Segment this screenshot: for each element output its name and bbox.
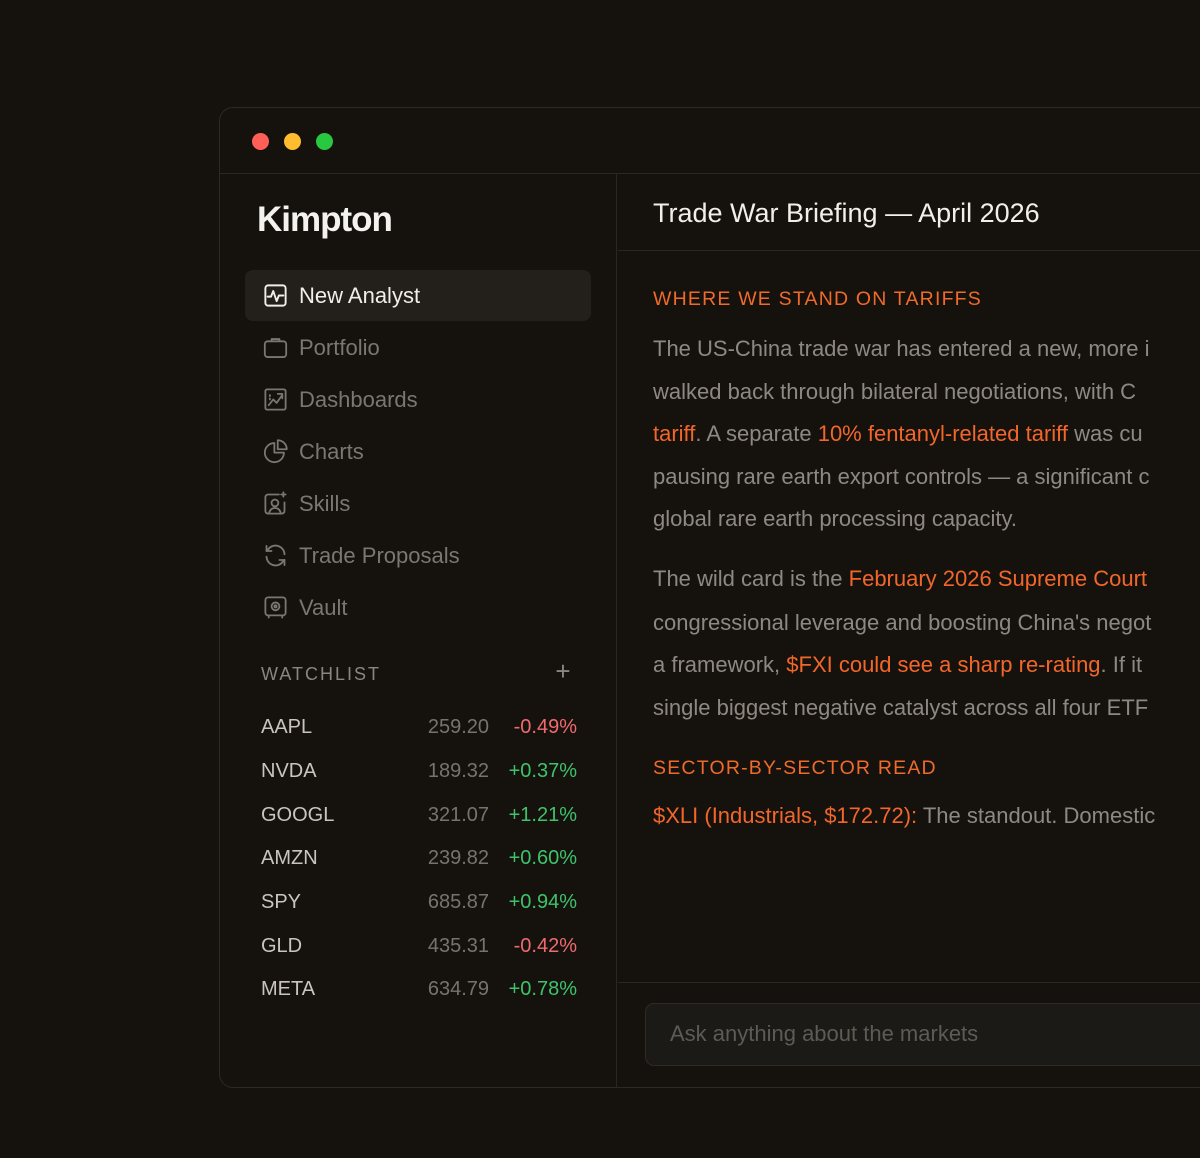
watchlist-change: +0.94% <box>508 891 577 913</box>
highlight-link[interactable]: February 2026 Supreme Court <box>849 566 1147 591</box>
watchlist-price: 259.20 <box>427 716 489 738</box>
chart-line-icon <box>261 282 289 310</box>
watchlist-price: 189.32 <box>427 760 489 782</box>
watchlist-symbol: AMZN <box>261 847 318 869</box>
watchlist-symbol: META <box>261 978 316 1000</box>
nav-item-skills[interactable]: Skills <box>245 478 591 529</box>
text-span: a framework, <box>653 652 787 677</box>
paragraph-line: The US-China trade war has entered a new… <box>653 336 1150 361</box>
nav-label: Skills <box>299 490 351 516</box>
watchlist-item[interactable]: GLD 435.31 -0.42% <box>261 935 577 965</box>
nav-item-dashboards[interactable]: Dashboards <box>245 374 591 425</box>
watchlist-price: 685.87 <box>427 891 489 913</box>
nav-label: Portfolio <box>299 334 380 360</box>
nav-label: Vault <box>299 594 348 620</box>
paragraph-line: congressional leverage and boosting Chin… <box>653 610 1152 635</box>
nav-item-vault[interactable]: Vault <box>245 582 591 633</box>
watchlist-change: -0.42% <box>513 935 577 957</box>
watchlist-item[interactable]: AMZN 239.82 +0.60% <box>261 847 577 877</box>
highlight-link[interactable]: tariff <box>653 421 695 446</box>
watchlist-price: 321.07 <box>427 804 489 826</box>
paragraph-line: a framework, $FXI could see a sharp re-r… <box>653 652 1142 678</box>
text-span: The wild card is the <box>653 566 849 591</box>
watchlist-change: +0.37% <box>508 760 577 782</box>
nav-item-portfolio[interactable]: Portfolio <box>245 322 591 373</box>
add-watchlist-button[interactable]: + <box>550 658 576 684</box>
watchlist-change: +0.78% <box>508 978 577 1000</box>
section-heading: SECTOR-BY-SECTOR READ <box>653 757 937 779</box>
watchlist-symbol: SPY <box>261 891 302 913</box>
refresh-icon <box>261 542 289 570</box>
pie-chart-icon <box>261 438 289 466</box>
watchlist-change: -0.49% <box>513 716 577 738</box>
zoom-window-button[interactable] <box>316 133 333 150</box>
watchlist-price: 239.82 <box>427 847 489 869</box>
nav-item-trade-proposals[interactable]: Trade Proposals <box>245 530 591 581</box>
watchlist-item[interactable]: NVDA 189.32 +0.37% <box>261 760 577 790</box>
paragraph-line: The wild card is the February 2026 Supre… <box>653 566 1147 592</box>
watchlist-item[interactable]: SPY 685.87 +0.94% <box>261 891 577 921</box>
highlight-link[interactable]: 10% fentanyl-related tariff <box>818 421 1068 446</box>
ask-input[interactable] <box>670 1004 1200 1064</box>
nav-label: New Analyst <box>299 282 421 308</box>
nav-label: Trade Proposals <box>299 542 460 568</box>
composer <box>645 1003 1200 1066</box>
paragraph-line: walked back through bilateral negotiatio… <box>653 379 1137 404</box>
nav-item-new-analyst[interactable]: New Analyst <box>245 270 591 321</box>
composer-divider <box>618 982 1200 983</box>
watchlist-change: +1.21% <box>508 804 577 826</box>
sidebar: Kimpton New Analyst Portfolio Dashboards… <box>220 174 617 1087</box>
document-header: Trade War Briefing — April 2026 <box>618 174 1200 251</box>
nav-label: Charts <box>299 438 364 464</box>
watchlist-symbol: GOOGL <box>261 804 335 826</box>
text-span: . A separate <box>695 421 818 446</box>
main-panel: Trade War Briefing — April 2026 WHERE WE… <box>618 174 1200 1087</box>
watchlist-item[interactable]: AAPL 259.20 -0.49% <box>261 716 577 746</box>
dashboard-icon <box>261 386 289 414</box>
app-logo: Kimpton <box>257 200 393 239</box>
user-sparkle-icon <box>261 490 289 518</box>
nav-label: Dashboards <box>299 386 418 412</box>
paragraph-line: pausing rare earth export controls — a s… <box>653 464 1150 489</box>
briefcase-icon <box>261 334 289 362</box>
watchlist-symbol: NVDA <box>261 760 317 782</box>
watchlist-price: 634.79 <box>427 978 489 1000</box>
paragraph-line: single biggest negative catalyst across … <box>653 695 1149 720</box>
watchlist-price: 435.31 <box>427 935 489 957</box>
highlight-link[interactable]: $XLI (Industrials, $172.72): <box>653 803 917 828</box>
watchlist-item[interactable]: GOOGL 321.07 +1.21% <box>261 804 577 834</box>
text-span: . If it <box>1100 652 1143 677</box>
close-window-button[interactable] <box>252 133 269 150</box>
watchlist-symbol: GLD <box>261 935 303 957</box>
vault-icon <box>261 594 289 622</box>
text-span: The standout. Domestic <box>917 803 1156 828</box>
highlight-link[interactable]: $FXI could see a sharp re-rating <box>786 652 1100 677</box>
app-window: Kimpton New Analyst Portfolio Dashboards… <box>219 107 1200 1088</box>
text-span: was cu <box>1068 421 1143 446</box>
section-heading: WHERE WE STAND ON TARIFFS <box>653 288 983 310</box>
title-bar <box>220 108 1200 174</box>
minimize-window-button[interactable] <box>284 133 301 150</box>
watchlist-change: +0.60% <box>508 847 577 869</box>
paragraph-line: global rare earth processing capacity. <box>653 506 1018 531</box>
watchlist-item[interactable]: META 634.79 +0.78% <box>261 978 577 1008</box>
nav-item-charts[interactable]: Charts <box>245 426 591 477</box>
watchlist-title: WATCHLIST <box>261 664 381 684</box>
paragraph-line: tariff. A separate 10% fentanyl-related … <box>653 421 1143 447</box>
watchlist-symbol: AAPL <box>261 716 313 738</box>
document-title: Trade War Briefing — April 2026 <box>653 198 1040 228</box>
paragraph-line: $XLI (Industrials, $172.72): The standou… <box>653 803 1155 829</box>
